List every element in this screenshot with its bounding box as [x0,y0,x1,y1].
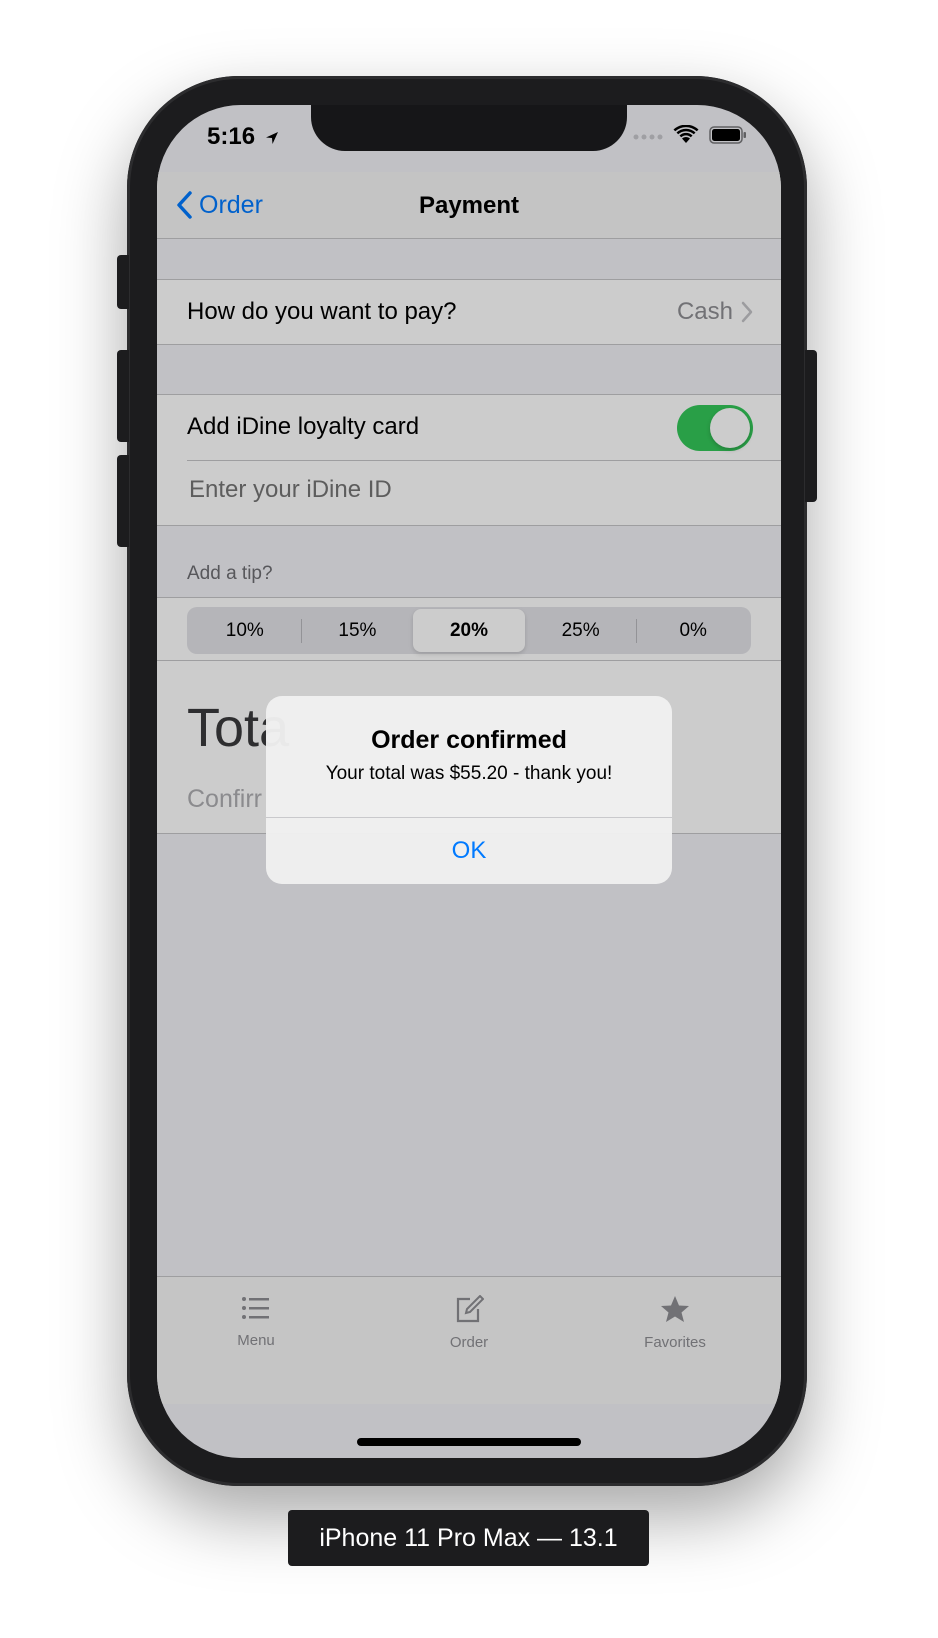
screen: 5:16 Order Payment How do you want to pa… [157,105,781,1458]
alert-title: Order confirmed [371,726,567,754]
alert-message: Your total was $55.20 - thank you! [325,763,613,784]
power-button [805,350,817,502]
volume-up-button [117,350,129,442]
volume-down-button [117,455,129,547]
device-label: iPhone 11 Pro Max — 13.1 [288,1510,649,1566]
alert-ok-button[interactable]: OK [266,817,672,884]
order-confirmed-alert: Order confirmed Your total was $55.20 - … [266,696,672,884]
mute-switch [117,255,129,309]
home-indicator[interactable] [357,1438,581,1446]
